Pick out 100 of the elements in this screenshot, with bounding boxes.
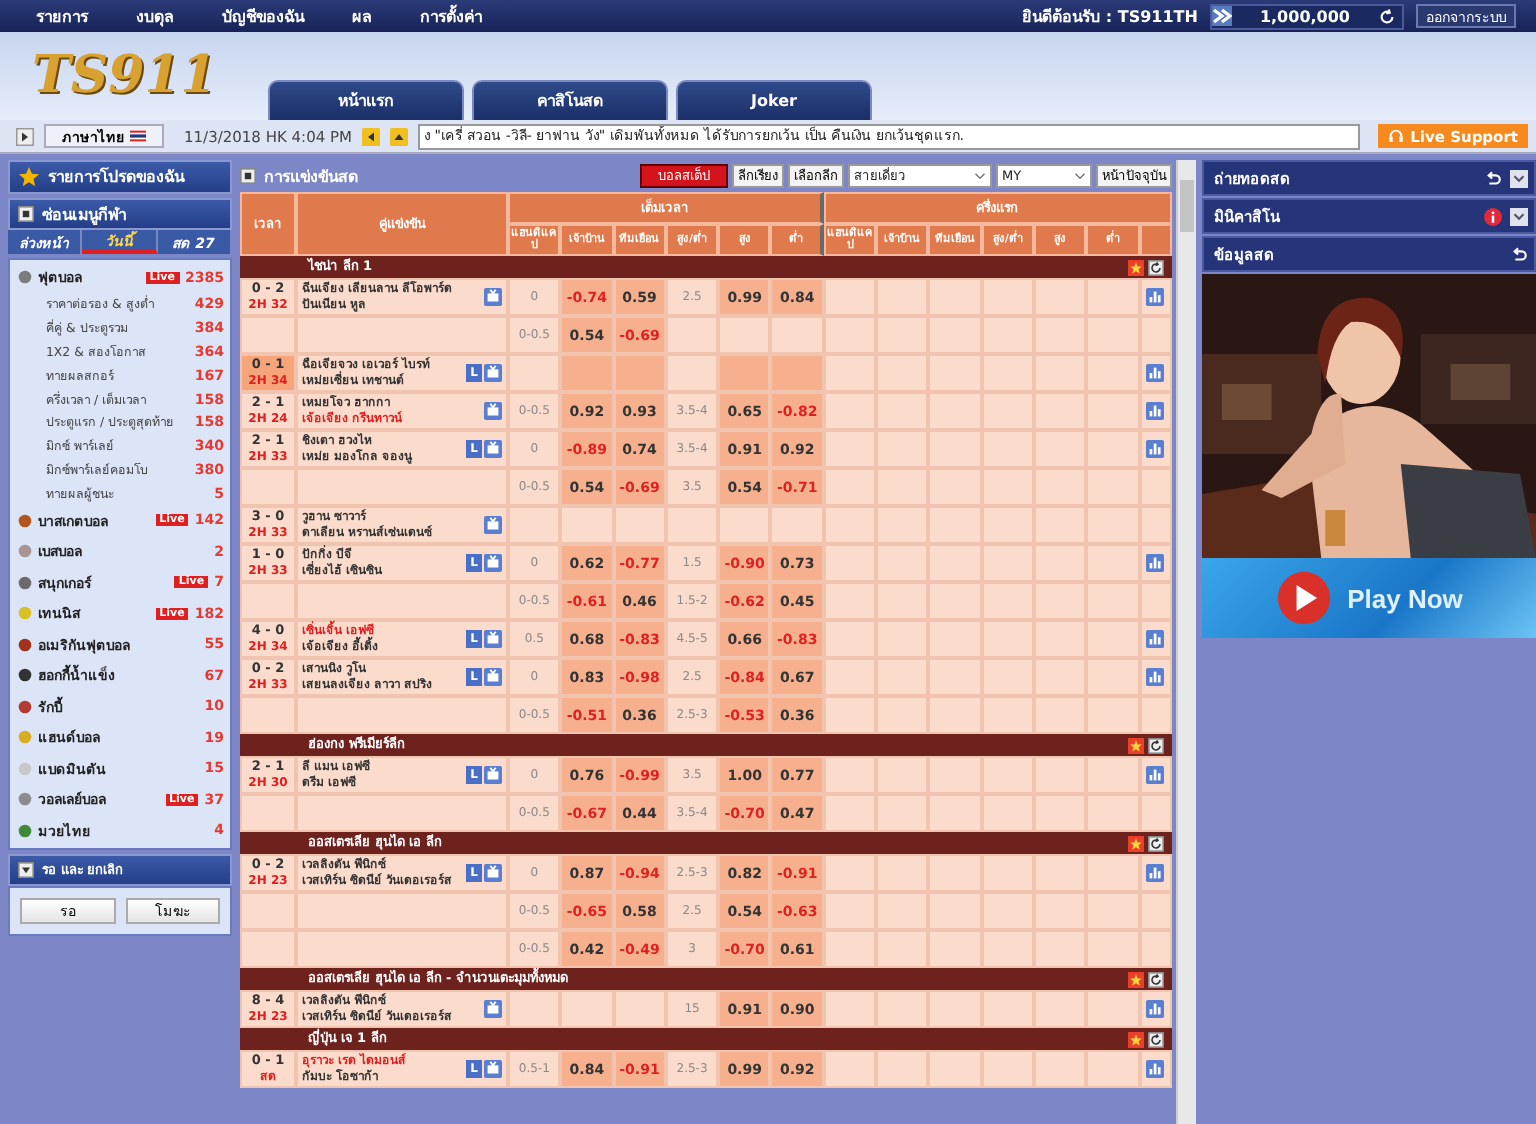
odds-cell <box>823 930 877 968</box>
odds-cell <box>1033 506 1087 544</box>
odds-cell <box>1033 544 1087 582</box>
odds-cell <box>928 756 982 794</box>
tv-icon[interactable] <box>484 402 502 420</box>
undo-icon[interactable] <box>1484 169 1502 187</box>
odds-cell <box>928 278 982 316</box>
tv-icon[interactable] <box>484 1060 502 1078</box>
odds-cell[interactable] <box>718 316 771 354</box>
star-icon[interactable] <box>1127 737 1144 753</box>
odds-cell[interactable] <box>613 354 666 392</box>
tv-icon[interactable] <box>484 1000 502 1018</box>
favorites-title: รายการโปรดของฉัน <box>48 165 184 190</box>
tv-icon[interactable] <box>484 630 502 648</box>
tv-icon[interactable] <box>484 440 502 458</box>
nav-tab[interactable]: คาสิโนสด <box>472 80 668 120</box>
odds-cell <box>981 658 1034 696</box>
refresh-icon[interactable] <box>1147 1031 1164 1047</box>
nav-link[interactable]: การตั้งค่า <box>420 3 482 29</box>
undo-icon[interactable] <box>1510 245 1528 263</box>
star-icon[interactable] <box>1127 1031 1144 1047</box>
odds-cell <box>823 794 877 832</box>
tv-icon[interactable] <box>484 516 502 534</box>
nav-link[interactable]: บัญชีของฉัน <box>222 3 304 29</box>
hide-menu-header[interactable]: ซ่อนเมนูกีฬา <box>8 198 232 230</box>
odds-cell <box>981 696 1034 734</box>
forward-icon[interactable] <box>1211 6 1232 26</box>
stats-icon[interactable] <box>1146 864 1165 882</box>
stats-icon[interactable] <box>1146 1000 1165 1018</box>
tv-icon[interactable] <box>484 864 502 882</box>
table-cell <box>240 930 296 968</box>
odds-cell <box>981 854 1034 892</box>
odds-cell <box>665 354 719 392</box>
odds-cell <box>1033 756 1087 794</box>
refresh-icon[interactable] <box>1147 835 1164 851</box>
column-header <box>1139 224 1172 256</box>
tv-icon[interactable] <box>484 554 502 572</box>
favorites-header[interactable]: รายการโปรดของฉัน <box>8 160 232 194</box>
star-icon <box>18 166 40 188</box>
odds-cell <box>1086 892 1140 930</box>
stats-icon[interactable] <box>1146 364 1165 382</box>
play-icon[interactable] <box>16 127 34 145</box>
tv-icon[interactable] <box>484 668 502 686</box>
odds-cell[interactable] <box>560 506 614 544</box>
odds-cell <box>876 696 929 734</box>
odds-cell <box>823 316 877 354</box>
stats-icon[interactable] <box>1146 1060 1165 1078</box>
tv-icon[interactable] <box>484 766 502 784</box>
stats-icon[interactable] <box>1146 440 1165 458</box>
odds-cell <box>981 930 1034 968</box>
odds-cell[interactable] <box>770 316 824 354</box>
odds-cell <box>1033 794 1087 832</box>
odds-cell <box>823 990 877 1028</box>
odds-cell[interactable] <box>770 506 824 544</box>
stats-icon[interactable] <box>1146 402 1165 420</box>
chevron-down-icon[interactable] <box>1510 169 1528 187</box>
left-arrow-icon[interactable] <box>362 127 381 145</box>
refresh-icon[interactable] <box>1147 737 1164 753</box>
odds-cell <box>928 354 982 392</box>
tv-icon[interactable] <box>484 288 502 306</box>
odds-cell <box>981 582 1034 620</box>
odds-cell <box>876 392 929 430</box>
odds-cell <box>665 316 719 354</box>
odds-cell <box>876 354 929 392</box>
up-arrow-icon[interactable] <box>390 127 409 145</box>
play-now-banner[interactable]: Play Now <box>1202 558 1536 638</box>
odds-cell <box>981 468 1034 506</box>
odds-cell <box>928 506 982 544</box>
stats-icon[interactable] <box>1146 630 1165 648</box>
odds-cell[interactable] <box>718 354 771 392</box>
odds-cell <box>981 620 1034 658</box>
odds-cell[interactable] <box>718 506 771 544</box>
odds-cell[interactable] <box>770 354 824 392</box>
nav-tab[interactable]: Joker <box>676 80 872 120</box>
tv-icon[interactable] <box>484 364 502 382</box>
stats-icon[interactable] <box>1146 554 1165 572</box>
collapse-icon[interactable] <box>240 168 256 184</box>
star-icon[interactable] <box>1127 259 1144 275</box>
refresh-icon[interactable] <box>1147 971 1164 987</box>
odds-cell <box>823 854 877 892</box>
nav-tab[interactable]: หน้าแรก <box>268 80 464 120</box>
star-icon[interactable] <box>1127 971 1144 987</box>
odds-cell <box>981 990 1034 1028</box>
odds-cell[interactable] <box>613 506 666 544</box>
info-icon[interactable] <box>1484 207 1502 225</box>
nav-link[interactable]: ผล <box>352 3 372 29</box>
refresh-icon[interactable] <box>1147 259 1164 275</box>
scrollbar[interactable] <box>1176 160 1196 1124</box>
odds-cell[interactable] <box>560 990 614 1028</box>
odds-cell[interactable] <box>560 354 614 392</box>
star-icon[interactable] <box>1127 835 1144 851</box>
odds-cell <box>981 1050 1034 1088</box>
stats-icon[interactable] <box>1146 668 1165 686</box>
odds-cell[interactable] <box>613 990 666 1028</box>
stats-icon[interactable] <box>1146 288 1165 306</box>
nav-link[interactable]: รายการ <box>36 3 88 29</box>
odds-cell <box>928 892 982 930</box>
chevron-down-icon[interactable] <box>1510 207 1528 225</box>
nav-link[interactable]: งบดุล <box>136 3 174 29</box>
stats-icon[interactable] <box>1146 766 1165 784</box>
